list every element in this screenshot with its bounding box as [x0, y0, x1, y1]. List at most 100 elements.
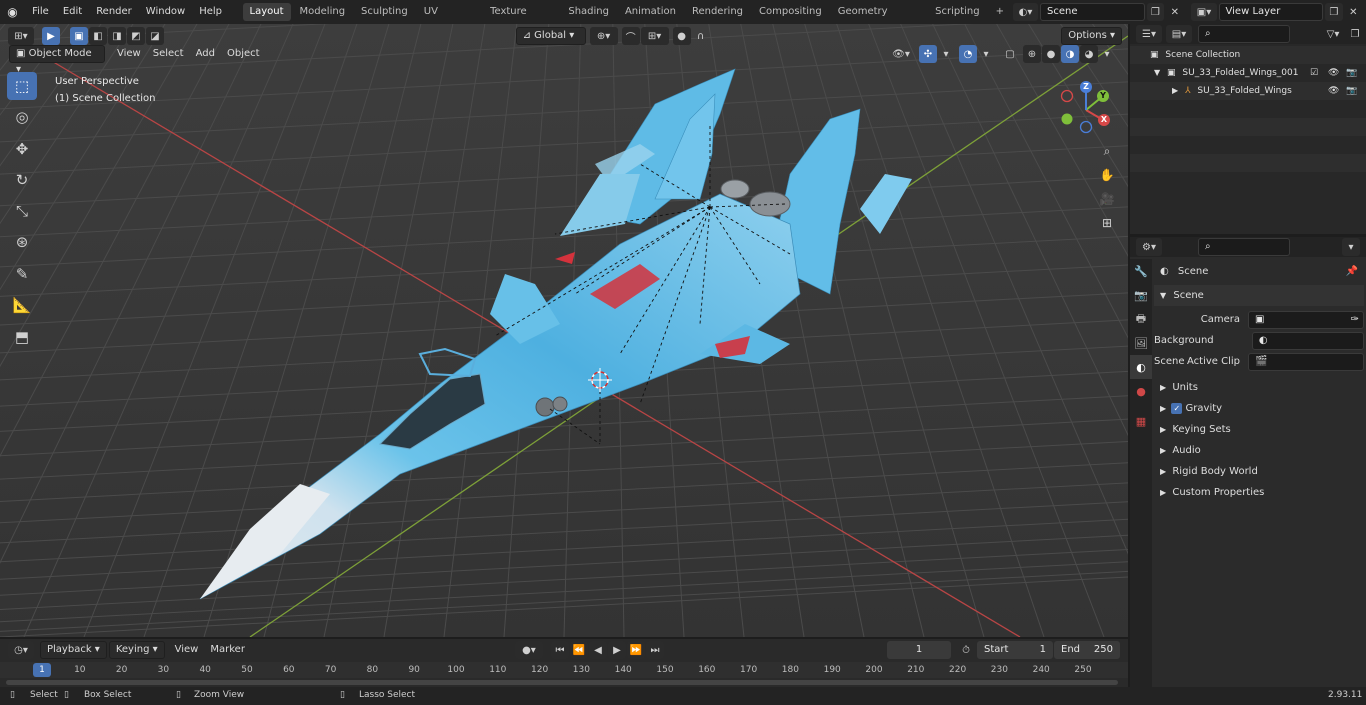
select-tool-icon[interactable]: ▶	[42, 27, 60, 45]
select-mode-invert-icon[interactable]: ◩	[127, 27, 145, 45]
panel-custom-properties[interactable]: ▶ Custom Properties	[1154, 482, 1364, 503]
menu-edit[interactable]: Edit	[56, 2, 89, 22]
preview-range-icon[interactable]: ⏱	[957, 641, 975, 659]
pan-view-icon[interactable]: ✋	[1098, 166, 1116, 184]
tab-animation[interactable]: Animation	[618, 3, 683, 21]
record-keyframe-icon[interactable]: ●▾	[514, 641, 543, 659]
viewport-menu-object[interactable]: Object	[221, 45, 266, 63]
active-clip-field[interactable]: 🎬	[1248, 353, 1364, 371]
current-frame-field[interactable]: 1	[887, 641, 951, 659]
tab-modeling[interactable]: Modeling	[293, 3, 353, 21]
navigation-gizmo[interactable]: Z Y X	[1058, 81, 1114, 138]
scale-tool-icon[interactable]: ⤡	[7, 197, 37, 225]
eyedropper-icon[interactable]: ✑	[1351, 312, 1359, 328]
texture-tab-icon[interactable]: ▦	[1130, 409, 1152, 433]
play-icon[interactable]: ▶	[607, 641, 626, 659]
gizmo-z-label[interactable]: Z	[1080, 81, 1092, 93]
camera-field[interactable]: ▣ ✑	[1248, 311, 1364, 329]
gizmo-x-label[interactable]: X	[1098, 114, 1110, 126]
menu-render[interactable]: Render	[89, 2, 139, 22]
panel-audio[interactable]: ▶ Audio	[1154, 440, 1364, 461]
tab-geometry-nodes[interactable]: Geometry Nodes	[831, 3, 926, 35]
jump-start-icon[interactable]: ⏮	[550, 641, 569, 659]
viewport-menu-add[interactable]: Add	[190, 45, 221, 63]
add-workspace-button[interactable]: +	[989, 3, 1011, 21]
gizmo-dropdown-icon[interactable]: ▾	[937, 45, 955, 63]
outliner-row-object[interactable]: ▶ ⅄ SU_33_Folded_Wings 👁 📷	[1130, 82, 1366, 100]
add-cube-tool-icon[interactable]: ⬒	[7, 323, 37, 351]
display-mode-icon[interactable]: ▤▾	[1166, 25, 1192, 43]
new-view-layer-icon[interactable]: ❐	[1325, 3, 1343, 21]
visibility-eye-icon[interactable]: 👁	[1328, 64, 1339, 82]
mode-dropdown[interactable]: ▣ Object Mode ▾	[9, 45, 105, 75]
gravity-checkbox[interactable]: ✓	[1171, 403, 1183, 414]
proportional-edit-icon[interactable]: ●	[672, 27, 691, 45]
timeline-ruler[interactable]: 1 10 20 30 40 50 60 70 80 90 100 110 120 130 140 150 160…	[0, 662, 1128, 678]
output-tab-icon[interactable]: 🖶	[1130, 307, 1152, 331]
keying-menu[interactable]: Keying ▾	[108, 641, 165, 659]
timeline-marker-menu[interactable]: Marker	[204, 641, 251, 659]
snap-toggle-icon[interactable]: ⌒	[621, 27, 640, 45]
3d-viewport[interactable]: ⊞▾ ▶ ▣ ◧ ◨ ◩ ◪ ⊿ Global ▾ ⊕▾ ⌒ ⊞▾ ● ∩ Op…	[0, 24, 1128, 637]
view-layer-tab-icon[interactable]: 🖼	[1130, 331, 1152, 355]
measure-tool-icon[interactable]: 📐	[7, 291, 37, 319]
shading-material-icon[interactable]: ◑	[1061, 45, 1079, 63]
timeline-scrollbar[interactable]	[6, 680, 1118, 685]
menu-window[interactable]: Window	[139, 2, 192, 22]
tab-sculpting[interactable]: Sculpting	[354, 3, 415, 21]
expand-arrow-icon[interactable]: ▼	[1154, 68, 1160, 77]
rotate-tool-icon[interactable]: ↻	[7, 166, 37, 194]
timeline-view-menu[interactable]: View	[169, 641, 205, 659]
editor-type-icon[interactable]: ⊞▾	[8, 27, 34, 45]
properties-options-icon[interactable]: ▾	[1342, 238, 1360, 256]
viewport-menu-view[interactable]: View	[111, 45, 147, 63]
transform-orientation-dropdown[interactable]: ⊿ Global ▾	[515, 27, 586, 45]
shading-dropdown-icon[interactable]: ▾	[1098, 45, 1116, 63]
shading-solid-icon[interactable]: ●	[1042, 45, 1060, 63]
select-mode-new-icon[interactable]: ▣	[70, 27, 88, 45]
render-tab-icon[interactable]: 📷	[1130, 283, 1152, 307]
panel-rigid-body-world[interactable]: ▶ Rigid Body World	[1154, 461, 1364, 482]
outliner-row-collection[interactable]: ▼ ▣ SU_33_Folded_Wings_001 ☑ 👁 📷	[1130, 64, 1366, 82]
overlays-dropdown-icon[interactable]: ▾	[977, 45, 995, 63]
current-frame-marker[interactable]: 1	[33, 663, 51, 677]
tab-shading[interactable]: Shading	[561, 3, 616, 21]
visibility-eye-icon[interactable]: 👁	[1328, 82, 1339, 100]
move-tool-icon[interactable]: ✥	[7, 135, 37, 163]
play-reverse-icon[interactable]: ◀	[588, 641, 607, 659]
tool-tab-icon[interactable]: 🔧	[1130, 259, 1152, 283]
outliner-editor-type-icon[interactable]: ☰▾	[1136, 25, 1162, 43]
new-collection-icon[interactable]: ❐	[1346, 25, 1364, 43]
camera-view-icon[interactable]: 🎥	[1098, 190, 1116, 208]
scene-tab-icon[interactable]: ◐	[1130, 355, 1152, 379]
scene-name-field[interactable]: Scene	[1040, 3, 1145, 21]
options-dropdown[interactable]: Options ▾	[1061, 27, 1123, 45]
scene-selector-icon[interactable]: ◐▾	[1012, 3, 1039, 21]
end-frame-field[interactable]: End 250	[1054, 641, 1120, 659]
pivot-point-icon[interactable]: ⊕▾	[589, 27, 618, 45]
viewport-menu-select[interactable]: Select	[147, 45, 190, 63]
panel-gravity[interactable]: ▶ ✓ Gravity	[1154, 398, 1364, 419]
shading-wireframe-icon[interactable]: ⊕	[1023, 45, 1041, 63]
select-mode-intersect-icon[interactable]: ◪	[146, 27, 164, 45]
tab-texture-paint[interactable]: Texture Paint	[483, 3, 559, 35]
delete-view-layer-icon[interactable]: ✕	[1345, 3, 1362, 21]
outliner-search-input[interactable]: ⌕	[1198, 25, 1290, 43]
view-layer-selector-icon[interactable]: ▣▾	[1191, 3, 1217, 21]
timeline-editor-type-icon[interactable]: ◷▾	[8, 641, 34, 659]
select-box-tool-icon[interactable]: ⬚	[7, 72, 37, 100]
falloff-icon[interactable]: ∩	[692, 27, 710, 45]
ortho-toggle-icon[interactable]: ⊞	[1098, 214, 1116, 232]
filter-icon[interactable]: ▽▾	[1320, 25, 1346, 43]
viewport-scene[interactable]	[0, 24, 1128, 637]
tab-layout[interactable]: Layout	[242, 3, 291, 21]
select-mode-subtract-icon[interactable]: ◨	[108, 27, 126, 45]
panel-units[interactable]: ▶ Units	[1154, 377, 1364, 398]
visibility-filter-icon[interactable]: 👁▾	[887, 45, 915, 63]
scene-section-header[interactable]: ▼ Scene	[1154, 285, 1364, 306]
start-frame-field[interactable]: Start 1	[977, 641, 1053, 659]
include-checkbox-icon[interactable]: ☑	[1310, 64, 1318, 82]
view-layer-field[interactable]: View Layer	[1218, 3, 1324, 21]
panel-keying-sets[interactable]: ▶ Keying Sets	[1154, 419, 1364, 440]
world-tab-icon[interactable]: ●	[1130, 379, 1152, 403]
